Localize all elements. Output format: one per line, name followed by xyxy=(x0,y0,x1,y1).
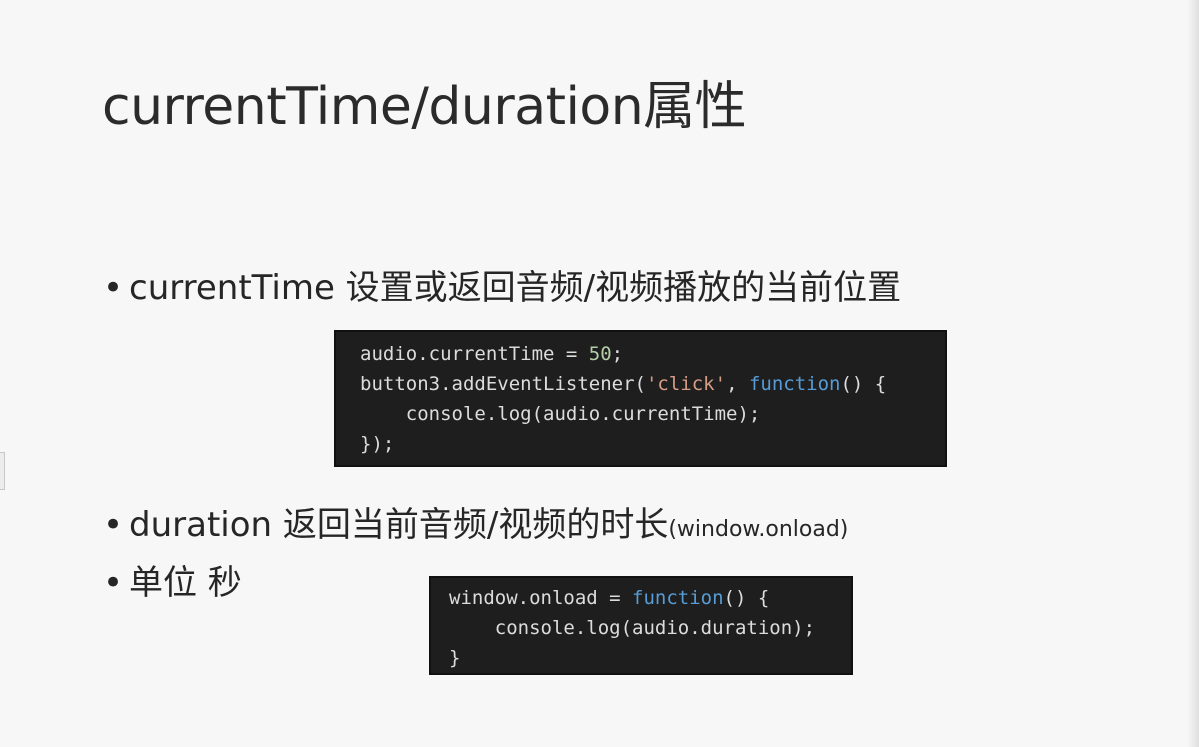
code-token: }); xyxy=(360,433,395,455)
bullet-dot-icon: • xyxy=(103,563,124,603)
code-token: window.onload = xyxy=(449,587,633,609)
bullet-duration: • duration 返回当前音频/视频的时长(window.onload) xyxy=(103,497,848,546)
code-line: console.log(audio.currentTime); xyxy=(360,399,945,429)
code-token: ; xyxy=(611,343,624,365)
code-token: console.log(audio.currentTime); xyxy=(360,403,761,425)
slide-edge-shadow xyxy=(1187,0,1199,747)
bullet-unit: • 单位 秒 xyxy=(103,555,242,604)
code-line: window.onload = function() { xyxy=(449,583,851,613)
code-block-duration: window.onload = function() { console.log… xyxy=(429,576,853,675)
left-edge-handle[interactable] xyxy=(0,452,5,490)
code-line: } xyxy=(449,643,851,673)
code-token: 'click' xyxy=(645,373,727,395)
slide: currentTime/duration属性 • currentTime 设置或返… xyxy=(0,0,1199,747)
code-line: console.log(audio.duration); xyxy=(449,613,851,643)
code-token: } xyxy=(449,647,461,669)
code-token: () { xyxy=(840,373,887,395)
code-block-currenttime: audio.currentTime = 50; button3.addEventL… xyxy=(334,330,947,467)
code-token: button3.addEventListener( xyxy=(360,373,646,395)
code-line: }); xyxy=(360,429,945,459)
code-line: audio.currentTime = 50; xyxy=(360,339,945,369)
bullet-note: (window.onload) xyxy=(668,517,849,542)
bullet-text: 单位 秒 xyxy=(129,563,242,603)
code-line: button3.addEventListener('click', functi… xyxy=(360,369,945,399)
bullet-text: duration 返回当前音频/视频的时长 xyxy=(129,505,669,545)
slide-title: currentTime/duration属性 xyxy=(102,77,747,137)
bullet-dot-icon: • xyxy=(103,505,124,545)
bullet-text: currentTime 设置或返回音频/视频播放的当前位置 xyxy=(129,268,902,308)
code-token: , xyxy=(726,373,749,395)
bullet-dot-icon: • xyxy=(103,268,124,308)
code-token: 50 xyxy=(588,343,612,365)
bullet-currenttime: • currentTime 设置或返回音频/视频播放的当前位置 xyxy=(103,260,901,309)
code-token: function xyxy=(632,587,724,609)
code-token: function xyxy=(748,373,841,395)
code-token: audio.currentTime = xyxy=(360,343,589,365)
code-token: () { xyxy=(723,587,770,609)
code-token: console.log(audio.duration); xyxy=(449,617,816,639)
